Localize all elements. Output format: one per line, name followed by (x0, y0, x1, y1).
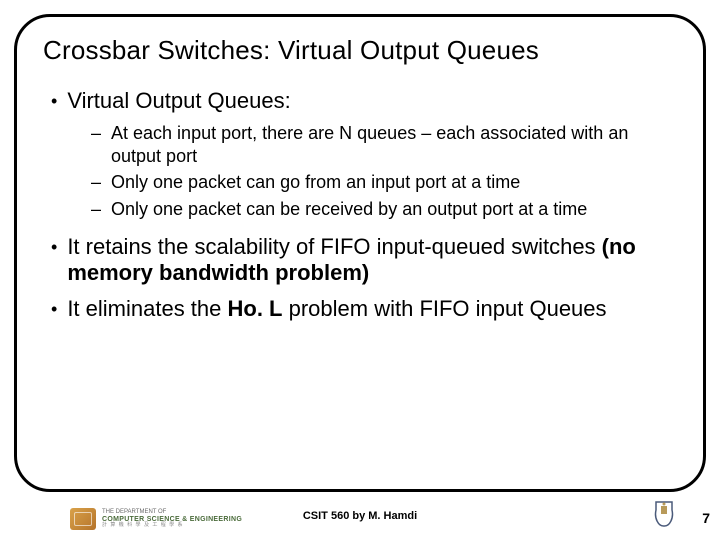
bullet-dot-icon: • (51, 234, 57, 286)
sub-bullet: – Only one packet can be received by an … (91, 198, 677, 221)
dept-text: THE DEPARTMENT OF COMPUTER SCIENCE & ENG… (102, 509, 242, 529)
sub-bullet-text: Only one packet can go from an input por… (111, 171, 520, 194)
sub-bullet-group: – At each input port, there are N queues… (43, 122, 677, 220)
footer-course-label: CSIT 560 by M. Hamdi (303, 510, 417, 522)
sub-bullet-text: Only one packet can be received by an ou… (111, 198, 587, 221)
sub-bullet: – At each input port, there are N queues… (91, 122, 677, 167)
slide-frame: Crossbar Switches: Virtual Output Queues… (14, 14, 706, 492)
text-bold-segment: Ho. L (228, 296, 283, 321)
bullet-text: It eliminates the Ho. L problem with FIF… (67, 296, 606, 322)
page-number: 7 (702, 510, 710, 526)
dash-icon: – (91, 198, 101, 221)
text-segment: problem with FIFO input Queues (283, 296, 607, 321)
text-segment: It eliminates the (67, 296, 227, 321)
slide-title: Crossbar Switches: Virtual Output Queues (43, 35, 677, 66)
bullet-dot-icon: • (51, 296, 57, 322)
bullet-text: It retains the scalability of FIFO input… (67, 234, 677, 286)
dept-line: 計 算 機 科 學 及 工 程 學 系 (102, 523, 242, 529)
chip-icon (70, 508, 96, 530)
dept-line: THE DEPARTMENT OF (102, 509, 242, 516)
slide-footer: THE DEPARTMENT OF COMPUTER SCIENCE & ENG… (0, 494, 720, 536)
bullet-scalability: • It retains the scalability of FIFO inp… (51, 234, 677, 286)
sub-bullet-text: At each input port, there are N queues –… (111, 122, 677, 167)
dash-icon: – (91, 171, 101, 194)
bullet-dot-icon: • (51, 88, 57, 114)
text-segment: It retains the scalability of FIFO input… (67, 234, 601, 259)
dept-logo: THE DEPARTMENT OF COMPUTER SCIENCE & ENG… (70, 508, 242, 530)
bullet-hol: • It eliminates the Ho. L problem with F… (51, 296, 677, 322)
university-crest-icon (652, 500, 676, 530)
dash-icon: – (91, 122, 101, 167)
sub-bullet: – Only one packet can go from an input p… (91, 171, 677, 194)
bullet-voq: • Virtual Output Queues: (51, 88, 677, 114)
bullet-text: Virtual Output Queues: (67, 88, 290, 114)
